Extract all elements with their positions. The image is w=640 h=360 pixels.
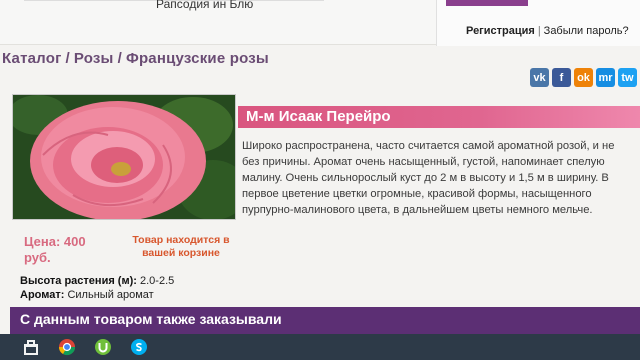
login-button-edge[interactable] [446,0,528,6]
aroma-row: Аромат: Сильный аромат [20,288,174,302]
skype-icon[interactable] [128,336,150,358]
chrome-icon[interactable] [56,336,78,358]
aroma-value: Сильный аромат [67,289,154,301]
height-value: 2.0-2.5 [140,275,175,287]
mailru-icon[interactable]: mr [596,68,615,87]
odnoklassniki-icon[interactable]: ok [574,68,593,87]
rose-image [13,95,235,219]
auth-links: Регистрация | Забыли пароль? [466,25,629,37]
breadcrumb: Каталог / Розы / Французские розы [2,50,269,67]
height-row: Высота растения (м): 2.0-2.5 [20,274,174,288]
breadcrumb-roses[interactable]: Розы [74,50,114,67]
vk-icon[interactable]: vk [530,68,549,87]
taskbar [0,334,640,360]
height-label: Высота растения (м): [20,275,137,287]
product-price: Цена: 400 руб. [24,234,86,265]
breadcrumb-separator: / [117,50,122,67]
product-title: М-м Исаак Перейро [246,108,391,125]
mailru-icon-label: mr [598,71,613,84]
forgot-password-link[interactable]: Забыли пароль? [544,25,629,37]
twitter-icon[interactable]: tw [618,68,637,87]
shopping-bag-icon[interactable] [20,336,42,358]
vk-icon-label: vk [533,71,546,84]
product-title-bar: М-м Исаак Перейро [238,106,640,128]
social-share: vk f ok mr tw [530,68,637,87]
breadcrumb-french-roses: Французские розы [125,50,269,67]
auth-panel [436,0,640,46]
product-photo[interactable] [12,94,236,220]
auth-separator: | [537,25,541,37]
product-description: Широко распространена, часто считается с… [242,140,615,216]
in-cart-notice[interactable]: Товар находится в вашей корзине [126,234,236,260]
facebook-icon-label: f [559,71,564,84]
aroma-label: Аромат: [20,289,65,301]
product-attributes: Высота растения (м): 2.0-2.5 Аромат: Сил… [20,274,174,302]
also-ordered-title: С данным товаром также заказывали [20,311,282,327]
top-product-link[interactable]: Рапсодия ин Блю [156,0,253,11]
utorrent-icon[interactable] [92,336,114,358]
breadcrumb-separator: / [65,50,70,67]
register-link[interactable]: Регистрация [466,25,535,37]
also-ordered-header: С данным товаром также заказывали [10,307,640,334]
twitter-icon-label: tw [621,71,634,84]
facebook-icon[interactable]: f [552,68,571,87]
browser-viewport: Рапсодия ин Блю Регистрация | Забыли парол… [0,0,640,334]
breadcrumb-catalog[interactable]: Каталог [2,50,62,67]
odnoklassniki-icon-label: ok [577,71,590,84]
